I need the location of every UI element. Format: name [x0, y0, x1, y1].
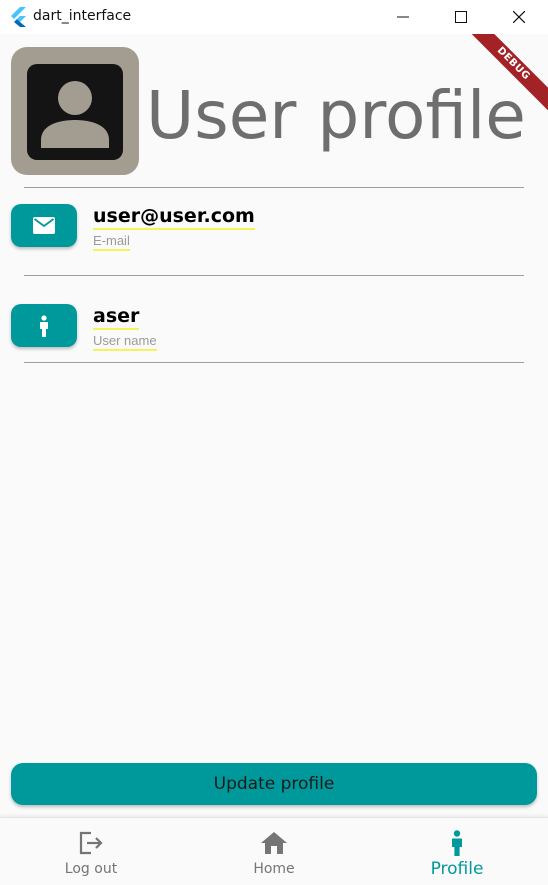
username-label: User name: [93, 333, 157, 351]
nav-label-home: Home: [253, 861, 295, 877]
close-icon: [513, 11, 525, 23]
divider: [24, 187, 524, 188]
home-icon: [261, 830, 287, 856]
logout-icon: [78, 830, 104, 856]
flutter-logo-icon: [9, 7, 27, 27]
page-title: User profile: [146, 77, 526, 154]
email-value: user@user.com: [93, 205, 255, 230]
mail-icon: [33, 217, 55, 234]
maximize-icon: [455, 11, 467, 23]
nav-label-logout: Log out: [64, 861, 118, 877]
divider: [24, 275, 524, 276]
username-value: aser: [93, 305, 140, 330]
window-title: dart_interface: [33, 8, 132, 24]
email-label: E-mail: [93, 233, 130, 251]
person-icon: [451, 830, 463, 856]
maximize-button[interactable]: [432, 0, 490, 34]
minimize-icon: [397, 16, 409, 18]
avatar: [11, 47, 139, 175]
minimize-button[interactable]: [374, 0, 432, 34]
person-icon: [40, 314, 48, 337]
bottom-navigation: Log out Home Profile: [0, 817, 548, 885]
nav-item-home[interactable]: Home: [183, 818, 365, 885]
email-button[interactable]: [11, 204, 77, 247]
username-button[interactable]: [11, 304, 77, 347]
update-profile-button[interactable]: Update profile: [11, 763, 537, 805]
nav-item-profile[interactable]: Profile: [366, 818, 548, 885]
account-box-icon: [27, 64, 123, 160]
close-button[interactable]: [490, 0, 548, 34]
divider: [24, 362, 524, 363]
nav-item-logout[interactable]: Log out: [0, 818, 182, 885]
nav-label-profile: Profile: [430, 859, 484, 879]
window-titlebar: dart_interface: [0, 0, 548, 34]
